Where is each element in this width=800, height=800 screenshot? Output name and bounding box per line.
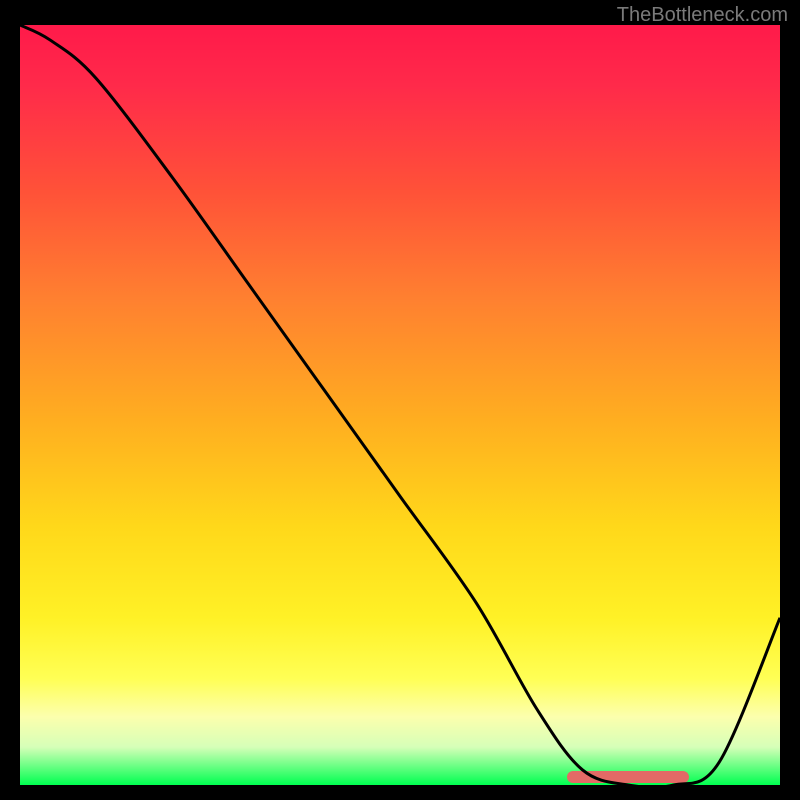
- chart-curve-svg: [20, 25, 780, 785]
- watermark-text: TheBottleneck.com: [617, 4, 788, 27]
- curve-path: [20, 25, 780, 785]
